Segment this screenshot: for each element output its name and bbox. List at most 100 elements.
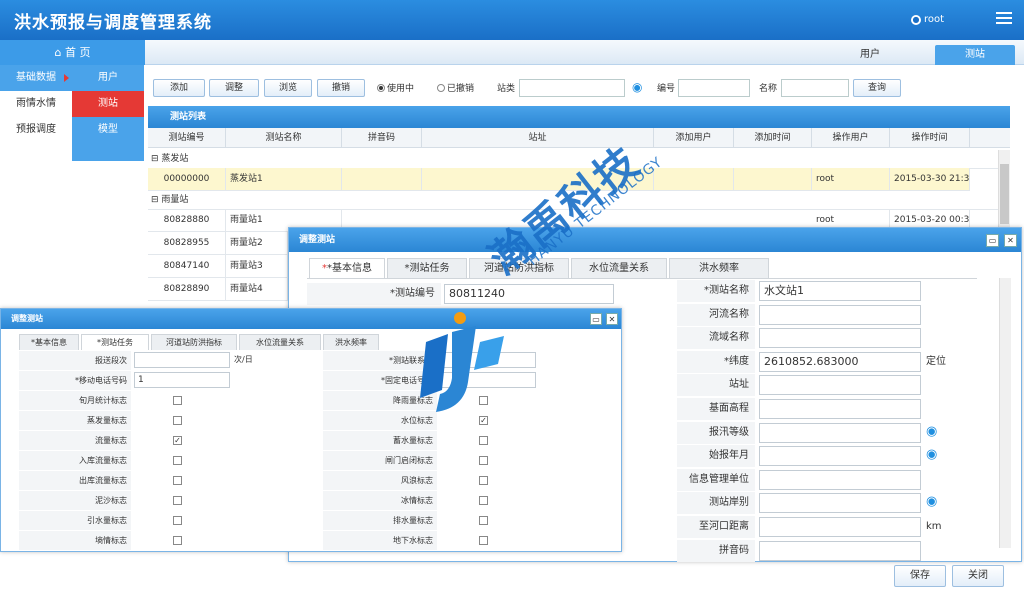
- company-logo-watermark: [420, 312, 504, 412]
- field-label: *纬度: [677, 350, 755, 373]
- menu-icon[interactable]: [996, 12, 1012, 26]
- tab-stage-discharge[interactable]: 水位流量关系: [571, 258, 667, 278]
- checkbox[interactable]: [479, 516, 488, 525]
- sidebar-subitem-model[interactable]: 模型: [72, 117, 144, 161]
- adjust-button[interactable]: 调整: [209, 79, 259, 97]
- sidebar-subitem-user[interactable]: 用户: [72, 65, 144, 91]
- table-row[interactable]: 80828955 雨量站2: [148, 232, 288, 255]
- tab-station-task[interactable]: *测站任务: [387, 258, 467, 278]
- tab-flood-frequency[interactable]: 洪水频率: [669, 258, 769, 278]
- field-unit: km: [926, 521, 942, 532]
- cell-code: 00000000: [148, 168, 226, 191]
- add-button[interactable]: 添加: [153, 79, 205, 97]
- revoke-button[interactable]: 撤销: [317, 79, 365, 97]
- checkbox[interactable]: [479, 536, 488, 545]
- station-type-input[interactable]: [519, 79, 625, 97]
- eye-icon[interactable]: ◉: [926, 422, 937, 442]
- checkbox[interactable]: [479, 456, 488, 465]
- field-label: 旬月统计标志: [19, 391, 131, 410]
- tab-basic-info[interactable]: **基本信息: [309, 258, 385, 278]
- checkbox[interactable]: [173, 496, 182, 505]
- cell-op-user: root: [812, 168, 890, 191]
- field-input[interactable]: 1: [134, 372, 230, 388]
- table-row[interactable]: 80847140 雨量站3: [148, 255, 288, 278]
- scrollbar-thumb[interactable]: [1000, 164, 1009, 224]
- home-tab-label: 首 页: [64, 46, 91, 59]
- eye-icon[interactable]: ◉: [926, 445, 937, 465]
- field-input[interactable]: 水文站1: [759, 281, 921, 301]
- tab-user[interactable]: 用户: [835, 45, 905, 65]
- checkbox[interactable]: [173, 416, 182, 425]
- column-header[interactable]: 拼音码: [342, 128, 422, 148]
- eye-icon[interactable]: ◉: [632, 78, 642, 96]
- home-tab[interactable]: ⌂ 首 页: [0, 40, 145, 65]
- cell-add-time: [734, 168, 812, 191]
- sidebar-subitem-station[interactable]: 测站: [72, 91, 144, 117]
- maximize-icon[interactable]: ▭: [986, 234, 999, 247]
- sidebar-item-forecast[interactable]: 预报调度: [0, 117, 72, 143]
- column-header[interactable]: 添加用户: [654, 128, 734, 148]
- field-input[interactable]: [134, 352, 230, 368]
- column-header[interactable]: 测站编号: [148, 128, 226, 148]
- field-input[interactable]: [759, 469, 921, 490]
- save-button[interactable]: 保存: [894, 565, 946, 587]
- checkbox[interactable]: [173, 536, 182, 545]
- checkbox[interactable]: [173, 476, 182, 485]
- column-header[interactable]: 添加时间: [734, 128, 812, 148]
- field-input[interactable]: [759, 517, 921, 537]
- field-input[interactable]: 2610852.683000: [759, 351, 921, 372]
- code-input[interactable]: [678, 79, 750, 97]
- column-header[interactable]: 操作用户: [812, 128, 890, 148]
- tab-station-task[interactable]: *测站任务: [81, 334, 149, 350]
- checkbox[interactable]: [479, 436, 488, 445]
- column-header[interactable]: 测站名称: [226, 128, 342, 148]
- user-menu[interactable]: ● root: [910, 14, 944, 25]
- maximize-icon[interactable]: ▭: [590, 313, 602, 325]
- tab-label: 水位流量关系: [256, 338, 304, 347]
- cell-op-time: 2015-03-30 21:31: [890, 168, 970, 191]
- name-input[interactable]: [781, 79, 849, 97]
- field-input[interactable]: [759, 493, 921, 514]
- close-icon[interactable]: ✕: [606, 313, 618, 325]
- query-button[interactable]: 查询: [853, 79, 901, 97]
- table-row[interactable]: 80828890 雨量站4: [148, 278, 288, 301]
- checkbox[interactable]: [479, 476, 488, 485]
- checkbox[interactable]: [479, 496, 488, 505]
- sidebar-item-basic-data[interactable]: 基础数据: [0, 65, 72, 91]
- radio-in-use[interactable]: 使用中: [377, 80, 414, 98]
- field-input[interactable]: [759, 540, 921, 561]
- field-input[interactable]: [759, 375, 921, 396]
- checkbox[interactable]: [173, 456, 182, 465]
- field-input[interactable]: [759, 399, 921, 419]
- eye-icon[interactable]: ◉: [926, 492, 937, 512]
- dialog-title: 调整测站: [289, 228, 1021, 252]
- field-label: 至河口距离: [677, 516, 755, 538]
- field-label: 墒情标志: [19, 531, 131, 550]
- field-input[interactable]: [759, 304, 921, 325]
- station-code-input[interactable]: 80811240: [444, 284, 614, 304]
- checkbox[interactable]: [173, 516, 182, 525]
- column-header[interactable]: 操作时间: [890, 128, 970, 148]
- user-icon: ●: [910, 15, 921, 25]
- tab-basic-info[interactable]: *基本信息: [19, 334, 79, 350]
- tab-flood-frequency[interactable]: 洪水频率: [323, 334, 379, 350]
- field-input[interactable]: [759, 328, 921, 349]
- browse-button[interactable]: 浏览: [264, 79, 312, 97]
- field-label-station-code: *测站编号: [307, 283, 441, 305]
- field-label: *测站名称: [677, 280, 755, 302]
- tab-stage-discharge[interactable]: 水位流量关系: [239, 334, 321, 350]
- dialog-scrollbar[interactable]: [999, 278, 1011, 548]
- close-icon[interactable]: ✕: [1004, 234, 1017, 247]
- checkbox[interactable]: [173, 396, 182, 405]
- adjust-station-dialog-small: 调整测站 ▭ ✕ *基本信息 *测站任务 河道站防洪指标 水位流量关系 洪水频率…: [0, 308, 622, 552]
- checkbox-checked[interactable]: ✓: [173, 436, 182, 445]
- field-input[interactable]: [759, 446, 921, 467]
- tab-station[interactable]: 测站: [935, 45, 1015, 65]
- field-input[interactable]: [759, 422, 921, 443]
- radio-revoked[interactable]: 已撤销: [437, 80, 474, 98]
- close-button[interactable]: 关闭: [952, 565, 1004, 587]
- tab-label: *基本信息: [327, 263, 372, 274]
- tab-flood-index[interactable]: 河道站防洪指标: [151, 334, 237, 350]
- sidebar-item-rain-water[interactable]: 雨情水情: [0, 91, 72, 117]
- field-unit: 定位: [926, 355, 946, 367]
